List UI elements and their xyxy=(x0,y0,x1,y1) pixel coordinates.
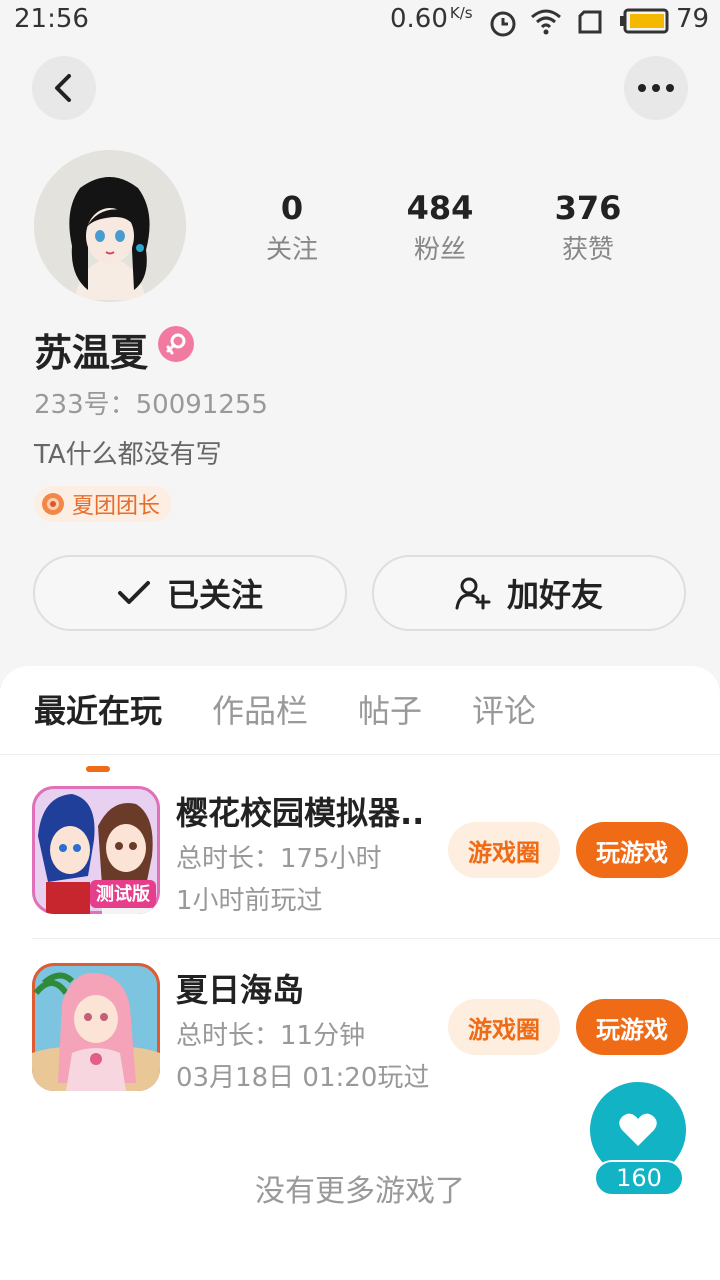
following-count: 0 xyxy=(280,189,304,227)
play-game-button[interactable]: 玩游戏 xyxy=(576,822,688,878)
avatar[interactable] xyxy=(34,150,186,302)
avatar-image xyxy=(34,150,186,302)
network-speed: 0.60 K/s xyxy=(390,4,473,34)
add-friend-label: 加好友 xyxy=(506,576,603,614)
add-friend-button[interactable]: 加好友 xyxy=(372,555,686,631)
game-duration: 总时长：11分钟 xyxy=(176,1021,366,1051)
stat-likes[interactable]: 376 获赞 xyxy=(528,188,648,272)
back-button[interactable] xyxy=(32,56,96,120)
game-icon-sakura[interactable]: 测试版 xyxy=(32,786,160,914)
follow-button[interactable]: 已关注 xyxy=(33,555,347,631)
follow-button-label: 已关注 xyxy=(166,576,263,614)
likes-count: 376 xyxy=(554,189,622,227)
likes-label: 获赞 xyxy=(561,235,614,265)
game-row[interactable]: 测试版 樱花校园模拟器.. 总时长：175小时 1小时前玩过 游戏圈 玩游戏 xyxy=(0,786,720,916)
game-circle-button[interactable]: 游戏圈 xyxy=(448,999,560,1055)
add-user-icon xyxy=(455,577,491,610)
following-label: 关注 xyxy=(265,235,318,265)
game-icon-summer-island[interactable] xyxy=(32,963,160,1091)
female-icon xyxy=(166,333,186,355)
badge-icon xyxy=(42,493,64,515)
sim-icon xyxy=(578,10,602,34)
game-circle-button[interactable]: 游戏圈 xyxy=(448,822,560,878)
tab-comments[interactable]: 评论 xyxy=(472,686,536,732)
row-divider xyxy=(32,938,720,939)
battery-level: 79 xyxy=(676,4,710,34)
tab-divider xyxy=(0,754,720,755)
test-version-badge: 测试版 xyxy=(96,884,150,905)
like-count: 160 xyxy=(594,1160,684,1196)
username: 苏温夏 xyxy=(34,331,149,375)
tab-bar: 最近在玩 作品栏 帖子 评论 xyxy=(0,686,720,772)
chevron-left-icon xyxy=(55,74,71,102)
tab-works[interactable]: 作品栏 xyxy=(212,686,308,732)
play-game-button[interactable]: 玩游戏 xyxy=(576,999,688,1055)
wifi-icon xyxy=(531,9,561,35)
user-bio: TA什么都没有写 xyxy=(34,440,222,470)
gender-badge xyxy=(158,326,194,362)
stat-followers[interactable]: 484 粉丝 xyxy=(380,188,500,272)
game-art-summer-island xyxy=(32,963,160,1091)
followers-label: 粉丝 xyxy=(413,235,466,265)
game-duration: 总时长：175小时 xyxy=(176,844,382,874)
game-row[interactable]: 夏日海岛 总时长：11分钟 03月18日 01:20玩过 游戏圈 玩游戏 xyxy=(0,963,720,1093)
title-tag[interactable]: 夏团团长 xyxy=(34,486,173,522)
tab-posts[interactable]: 帖子 xyxy=(358,686,422,732)
stat-following[interactable]: 0 关注 xyxy=(232,188,352,272)
alarm-icon xyxy=(490,11,516,37)
tab-indicator xyxy=(86,766,110,772)
followers-count: 484 xyxy=(406,189,474,227)
user-id: 233号：50091255 xyxy=(34,390,268,420)
game-title[interactable]: 樱花校园模拟器.. xyxy=(176,788,424,834)
heart-icon xyxy=(619,1113,657,1146)
status-bar: 21:56 0.60 K/s 79 xyxy=(0,0,720,44)
tab-recent-play[interactable]: 最近在玩 xyxy=(34,686,162,732)
game-title[interactable]: 夏日海岛 xyxy=(176,965,304,1011)
more-dots-icon xyxy=(638,84,674,92)
title-tag-label: 夏团团长 xyxy=(72,494,161,519)
game-last-played: 1小时前玩过 xyxy=(176,886,323,916)
game-last-played: 03月18日 01:20玩过 xyxy=(176,1063,430,1093)
more-button[interactable] xyxy=(624,56,688,120)
status-time: 21:56 xyxy=(14,4,89,34)
battery-icon xyxy=(620,8,669,34)
check-icon xyxy=(117,581,150,604)
